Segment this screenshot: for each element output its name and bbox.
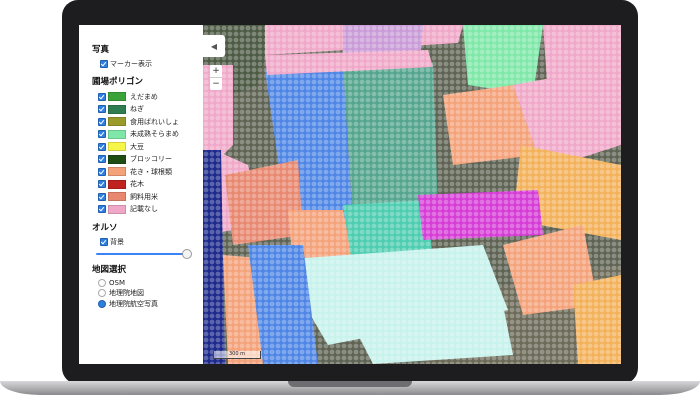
crop-layer-item[interactable]: 飼料用米 bbox=[98, 192, 158, 201]
checkbox-icon[interactable] bbox=[98, 167, 106, 176]
crop-layer-label: 未成熟そらまめ bbox=[130, 130, 179, 138]
map-option-label: 地理院地図 bbox=[109, 289, 144, 297]
crop-layer-item[interactable]: 花木 bbox=[98, 179, 144, 189]
map-option-label: 地理院航空写真 bbox=[109, 299, 158, 308]
crop-layer-item[interactable]: 花き・球根類 bbox=[98, 167, 172, 176]
crop-layer-label: えだまめ bbox=[130, 92, 158, 101]
radio-icon[interactable] bbox=[98, 289, 106, 297]
crop-layer-label: 大豆 bbox=[130, 142, 144, 151]
collapse-sidebar-button[interactable]: ◀ bbox=[203, 35, 225, 57]
color-swatch bbox=[108, 154, 126, 164]
color-swatch bbox=[108, 129, 126, 139]
color-swatch bbox=[108, 117, 126, 126]
crop-layer-label: ブロッコリー bbox=[130, 155, 172, 163]
crop-layer-item[interactable]: えだまめ bbox=[98, 92, 158, 101]
color-swatch bbox=[108, 142, 126, 151]
crop-layer-item[interactable]: 食用ばれいしょ bbox=[98, 117, 179, 126]
radio-icon[interactable] bbox=[98, 299, 106, 308]
map-option[interactable]: OSM bbox=[98, 278, 125, 287]
crop-layer-label: 食用ばれいしょ bbox=[130, 117, 179, 126]
scale-bar: 300 m bbox=[213, 351, 261, 359]
marker-toggle[interactable]: マーカー表示 bbox=[100, 59, 152, 68]
opacity-slider-track[interactable] bbox=[96, 253, 186, 255]
checkbox-icon[interactable] bbox=[98, 192, 106, 201]
radio-icon[interactable] bbox=[98, 278, 106, 287]
dot-texture bbox=[203, 25, 621, 364]
checkbox-icon[interactable] bbox=[98, 155, 106, 163]
color-swatch bbox=[108, 92, 126, 101]
checkbox-icon[interactable] bbox=[100, 237, 108, 246]
screen: 写真 マーカー表示 圃場ポリゴン えだまめねぎ食用ばれいしょ 未成熟そらまめ 大豆ブ… bbox=[79, 25, 621, 364]
zoom-control: + − bbox=[210, 65, 222, 90]
checkbox-icon[interactable] bbox=[98, 92, 106, 101]
map-option[interactable]: 地理院航空写真 bbox=[98, 299, 158, 308]
map-option-label: OSM bbox=[109, 278, 125, 287]
background-toggle-label: 背景 bbox=[110, 237, 124, 246]
color-swatch bbox=[108, 104, 126, 114]
section-title-map-select: 地図選択 bbox=[92, 265, 127, 275]
laptop-notch bbox=[288, 381, 412, 387]
background-toggle[interactable]: 背景 bbox=[100, 237, 124, 246]
opacity-slider-handle[interactable] bbox=[182, 249, 192, 259]
layer-sidebar: 写真 マーカー表示 圃場ポリゴン えだまめねぎ食用ばれいしょ 未成熟そらまめ 大豆ブ… bbox=[79, 25, 203, 364]
checkbox-icon[interactable] bbox=[100, 59, 108, 68]
crop-layer-label: 飼料用米 bbox=[130, 192, 158, 201]
section-title-polygon: 圃場ポリゴン bbox=[92, 77, 144, 87]
section-title-photo: 写真 bbox=[92, 45, 110, 55]
color-swatch bbox=[108, 179, 126, 189]
crop-layer-label: 記載なし bbox=[130, 205, 158, 213]
checkbox-icon[interactable] bbox=[98, 142, 106, 151]
checkbox-icon[interactable] bbox=[98, 117, 106, 126]
chevron-left-icon: ◀ bbox=[210, 41, 218, 51]
crop-layer-item[interactable]: ブロッコリー bbox=[98, 154, 172, 164]
map-option[interactable]: 地理院地図 bbox=[98, 289, 144, 298]
marker-toggle-label: マーカー表示 bbox=[110, 59, 152, 68]
color-swatch bbox=[108, 204, 126, 214]
crop-layer-item[interactable]: ねぎ bbox=[98, 104, 144, 114]
checkbox-icon[interactable] bbox=[98, 180, 106, 188]
crop-layer-label: 花き・球根類 bbox=[130, 167, 172, 176]
crop-layer-label: ねぎ bbox=[130, 105, 144, 113]
checkbox-icon[interactable] bbox=[98, 205, 106, 213]
checkbox-icon[interactable] bbox=[98, 130, 106, 138]
crop-layer-item[interactable]: 未成熟そらまめ bbox=[98, 129, 179, 139]
color-swatch bbox=[108, 167, 126, 176]
color-swatch bbox=[108, 192, 126, 201]
crop-layer-item[interactable]: 大豆 bbox=[98, 142, 144, 151]
zoom-in-button[interactable]: + bbox=[210, 65, 222, 78]
checkbox-icon[interactable] bbox=[98, 105, 106, 113]
zoom-out-button[interactable]: − bbox=[210, 78, 222, 90]
crop-layer-label: 花木 bbox=[130, 180, 144, 188]
map-view[interactable] bbox=[203, 25, 621, 364]
crop-layer-item[interactable]: 記載なし bbox=[98, 204, 158, 214]
section-title-ortho: オルソ bbox=[92, 223, 118, 233]
